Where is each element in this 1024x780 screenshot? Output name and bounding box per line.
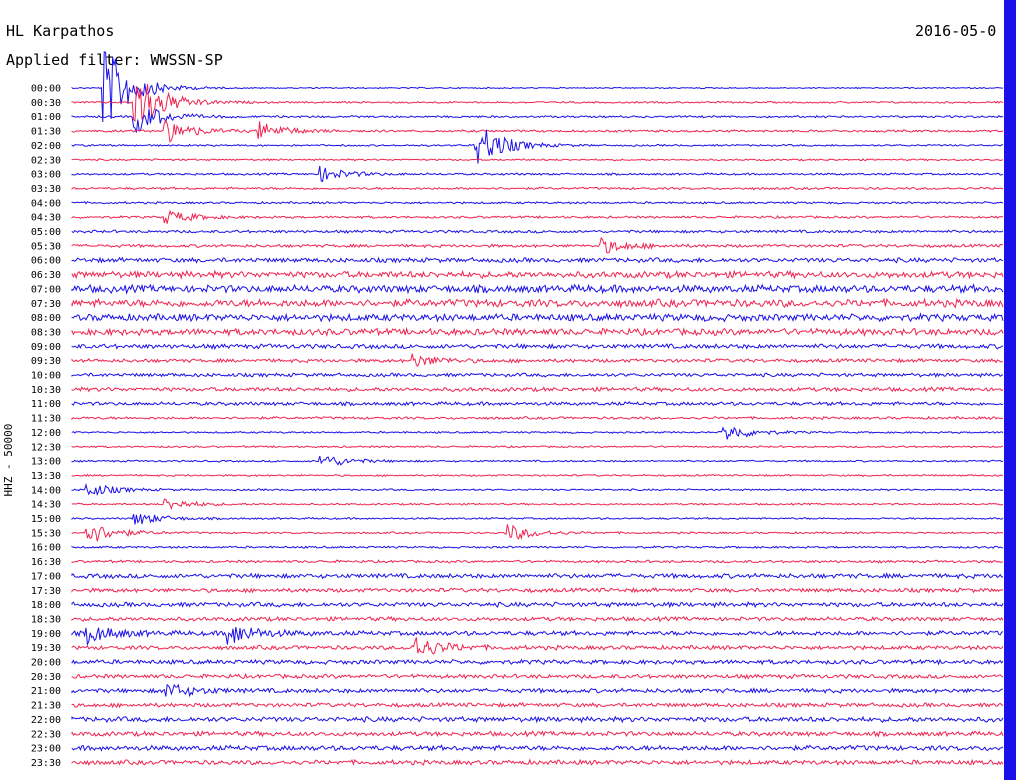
- row-label-21: 10:30: [31, 385, 61, 396]
- trace-row-22: [71, 400, 1004, 407]
- row-label-9: 04:30: [31, 213, 61, 224]
- row-label-35: 17:30: [31, 586, 61, 597]
- trace-row-6: [71, 165, 1004, 183]
- trace-row-42: [71, 683, 1004, 698]
- trace-row-26: [71, 455, 1004, 466]
- trace-row-35: [71, 587, 1004, 594]
- row-label-19: 09:30: [31, 356, 61, 367]
- row-label-47: 23:30: [31, 758, 61, 769]
- trace-row-9: [71, 209, 1004, 224]
- row-label-37: 18:30: [31, 614, 61, 625]
- trace-row-7: [71, 186, 1004, 191]
- trace-row-30: [71, 514, 1004, 525]
- trace-row-16: [71, 312, 1004, 323]
- trace-row-37: [71, 615, 1004, 623]
- row-label-38: 19:00: [31, 629, 61, 640]
- row-label-34: 17:00: [31, 571, 61, 582]
- trace-row-32: [71, 545, 1004, 549]
- row-label-26: 13:00: [31, 457, 61, 468]
- row-label-46: 23:00: [31, 744, 61, 755]
- trace-row-47: [71, 758, 1004, 766]
- row-label-2: 01:00: [31, 112, 61, 123]
- row-label-12: 06:00: [31, 256, 61, 267]
- row-label-18: 09:00: [31, 342, 61, 353]
- row-label-20: 10:00: [31, 371, 61, 382]
- row-label-31: 15:30: [31, 528, 61, 539]
- row-label-28: 14:00: [31, 485, 61, 496]
- row-label-45: 22:30: [31, 729, 61, 740]
- trace-row-38: [71, 626, 1004, 647]
- row-label-17: 08:30: [31, 327, 61, 338]
- row-label-11: 05:30: [31, 241, 61, 252]
- row-label-5: 02:30: [31, 155, 61, 166]
- row-label-3: 01:30: [31, 127, 61, 138]
- trace-row-24: [71, 426, 1004, 440]
- trace-row-20: [71, 372, 1004, 379]
- row-label-39: 19:30: [31, 643, 61, 654]
- trace-row-39: [71, 637, 1004, 655]
- trace-row-29: [71, 498, 1004, 511]
- trace-row-15: [71, 297, 1004, 309]
- trace-row-3: [71, 119, 1004, 143]
- row-label-7: 03:30: [31, 184, 61, 195]
- row-label-4: 02:00: [31, 141, 61, 152]
- row-label-42: 21:00: [31, 686, 61, 697]
- trace-row-44: [71, 715, 1004, 724]
- trace-row-5: [71, 158, 1004, 162]
- row-label-30: 15:00: [31, 514, 61, 525]
- row-label-40: 20:00: [31, 658, 61, 669]
- row-label-0: 00:00: [31, 84, 61, 95]
- trace-row-40: [71, 658, 1004, 666]
- trace-row-43: [71, 701, 1004, 709]
- row-label-8: 04:00: [31, 198, 61, 209]
- row-label-36: 18:00: [31, 600, 61, 611]
- trace-row-41: [71, 672, 1004, 680]
- trace-row-10: [71, 229, 1004, 234]
- trace-row-13: [71, 269, 1004, 280]
- trace-row-21: [71, 386, 1004, 393]
- trace-row-1: [71, 84, 1004, 122]
- trace-row-46: [71, 744, 1004, 752]
- trace-row-4: [71, 129, 1004, 164]
- trace-row-8: [71, 200, 1004, 205]
- row-label-44: 22:00: [31, 715, 61, 726]
- row-label-25: 12:30: [31, 442, 61, 453]
- trace-row-45: [71, 730, 1004, 738]
- row-label-15: 07:30: [31, 299, 61, 310]
- trace-row-0: [71, 51, 1003, 123]
- trace-row-11: [71, 236, 1004, 254]
- trace-row-23: [71, 415, 1004, 421]
- row-label-6: 03:00: [31, 170, 61, 181]
- trace-row-34: [71, 572, 1004, 580]
- trace-row-27: [71, 473, 1004, 478]
- row-label-16: 08:00: [31, 313, 61, 324]
- row-label-22: 11:00: [31, 399, 61, 410]
- row-label-24: 12:00: [31, 428, 61, 439]
- trace-row-12: [71, 256, 1004, 264]
- trace-row-36: [71, 601, 1004, 609]
- trace-row-28: [71, 482, 1004, 497]
- row-label-14: 07:00: [31, 284, 61, 295]
- helicorder-plot: 00:00 00:30 01:00 01:30 02:00 02:30 03:00 03:30…: [31, 0, 1016, 780]
- trace-row-31: [71, 524, 1004, 542]
- row-label-43: 21:30: [31, 701, 61, 712]
- trace-row-25: [71, 445, 1004, 449]
- row-label-13: 06:30: [31, 270, 61, 281]
- row-label-27: 13:30: [31, 471, 61, 482]
- row-label-10: 05:00: [31, 227, 61, 238]
- row-label-32: 16:00: [31, 543, 61, 554]
- row-label-41: 20:30: [31, 672, 61, 683]
- row-label-29: 14:30: [31, 500, 61, 511]
- trace-row-14: [71, 282, 1004, 295]
- trace-row-33: [71, 559, 1004, 564]
- row-label-23: 11:30: [31, 414, 61, 425]
- row-label-33: 16:30: [31, 557, 61, 568]
- trace-row-18: [71, 342, 1004, 350]
- trace-row-17: [71, 326, 1004, 338]
- row-label-1: 00:30: [31, 98, 61, 109]
- trace-row-19: [71, 353, 1004, 368]
- current-time-marker: [1004, 0, 1016, 780]
